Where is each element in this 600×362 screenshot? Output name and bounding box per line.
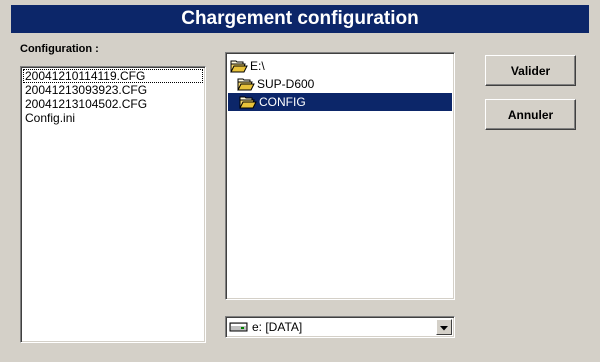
- file-list-item[interactable]: 20041210114119.CFG: [23, 69, 203, 83]
- directory-item-root[interactable]: E:\: [228, 57, 452, 75]
- open-folder-icon: [239, 95, 257, 109]
- configuration-file-list[interactable]: 20041210114119.CFG 20041213093923.CFG 20…: [20, 66, 206, 343]
- directory-item-label: CONFIG: [259, 95, 306, 109]
- directory-tree[interactable]: E:\ SUP-D600 CONFIG: [225, 52, 455, 300]
- drive-select-value: e: [DATA]: [252, 320, 303, 334]
- directory-item-label: SUP-D600: [257, 77, 315, 91]
- cancel-button[interactable]: Annuler: [485, 99, 576, 130]
- configuration-label: Configuration :: [20, 43, 99, 55]
- open-folder-icon: [237, 77, 255, 91]
- chevron-down-icon: [440, 318, 448, 336]
- directory-item-label: E:\: [250, 59, 265, 73]
- dialog-title: Chargement configuration: [181, 8, 419, 29]
- dropdown-arrow-button[interactable]: [436, 319, 452, 335]
- drive-select[interactable]: e: [DATA]: [225, 316, 455, 338]
- validate-button[interactable]: Valider: [485, 55, 576, 86]
- directory-item-config[interactable]: CONFIG: [228, 93, 452, 111]
- file-list-item[interactable]: 20041213093923.CFG: [23, 83, 203, 97]
- dialog-title-bar: Chargement configuration: [11, 5, 589, 33]
- open-folder-icon: [230, 59, 248, 73]
- file-list-item[interactable]: Config.ini: [23, 111, 203, 125]
- directory-item-sup-d600[interactable]: SUP-D600: [228, 75, 452, 93]
- file-list-item[interactable]: 20041213104502.CFG: [23, 97, 203, 111]
- drive-icon: [229, 321, 249, 333]
